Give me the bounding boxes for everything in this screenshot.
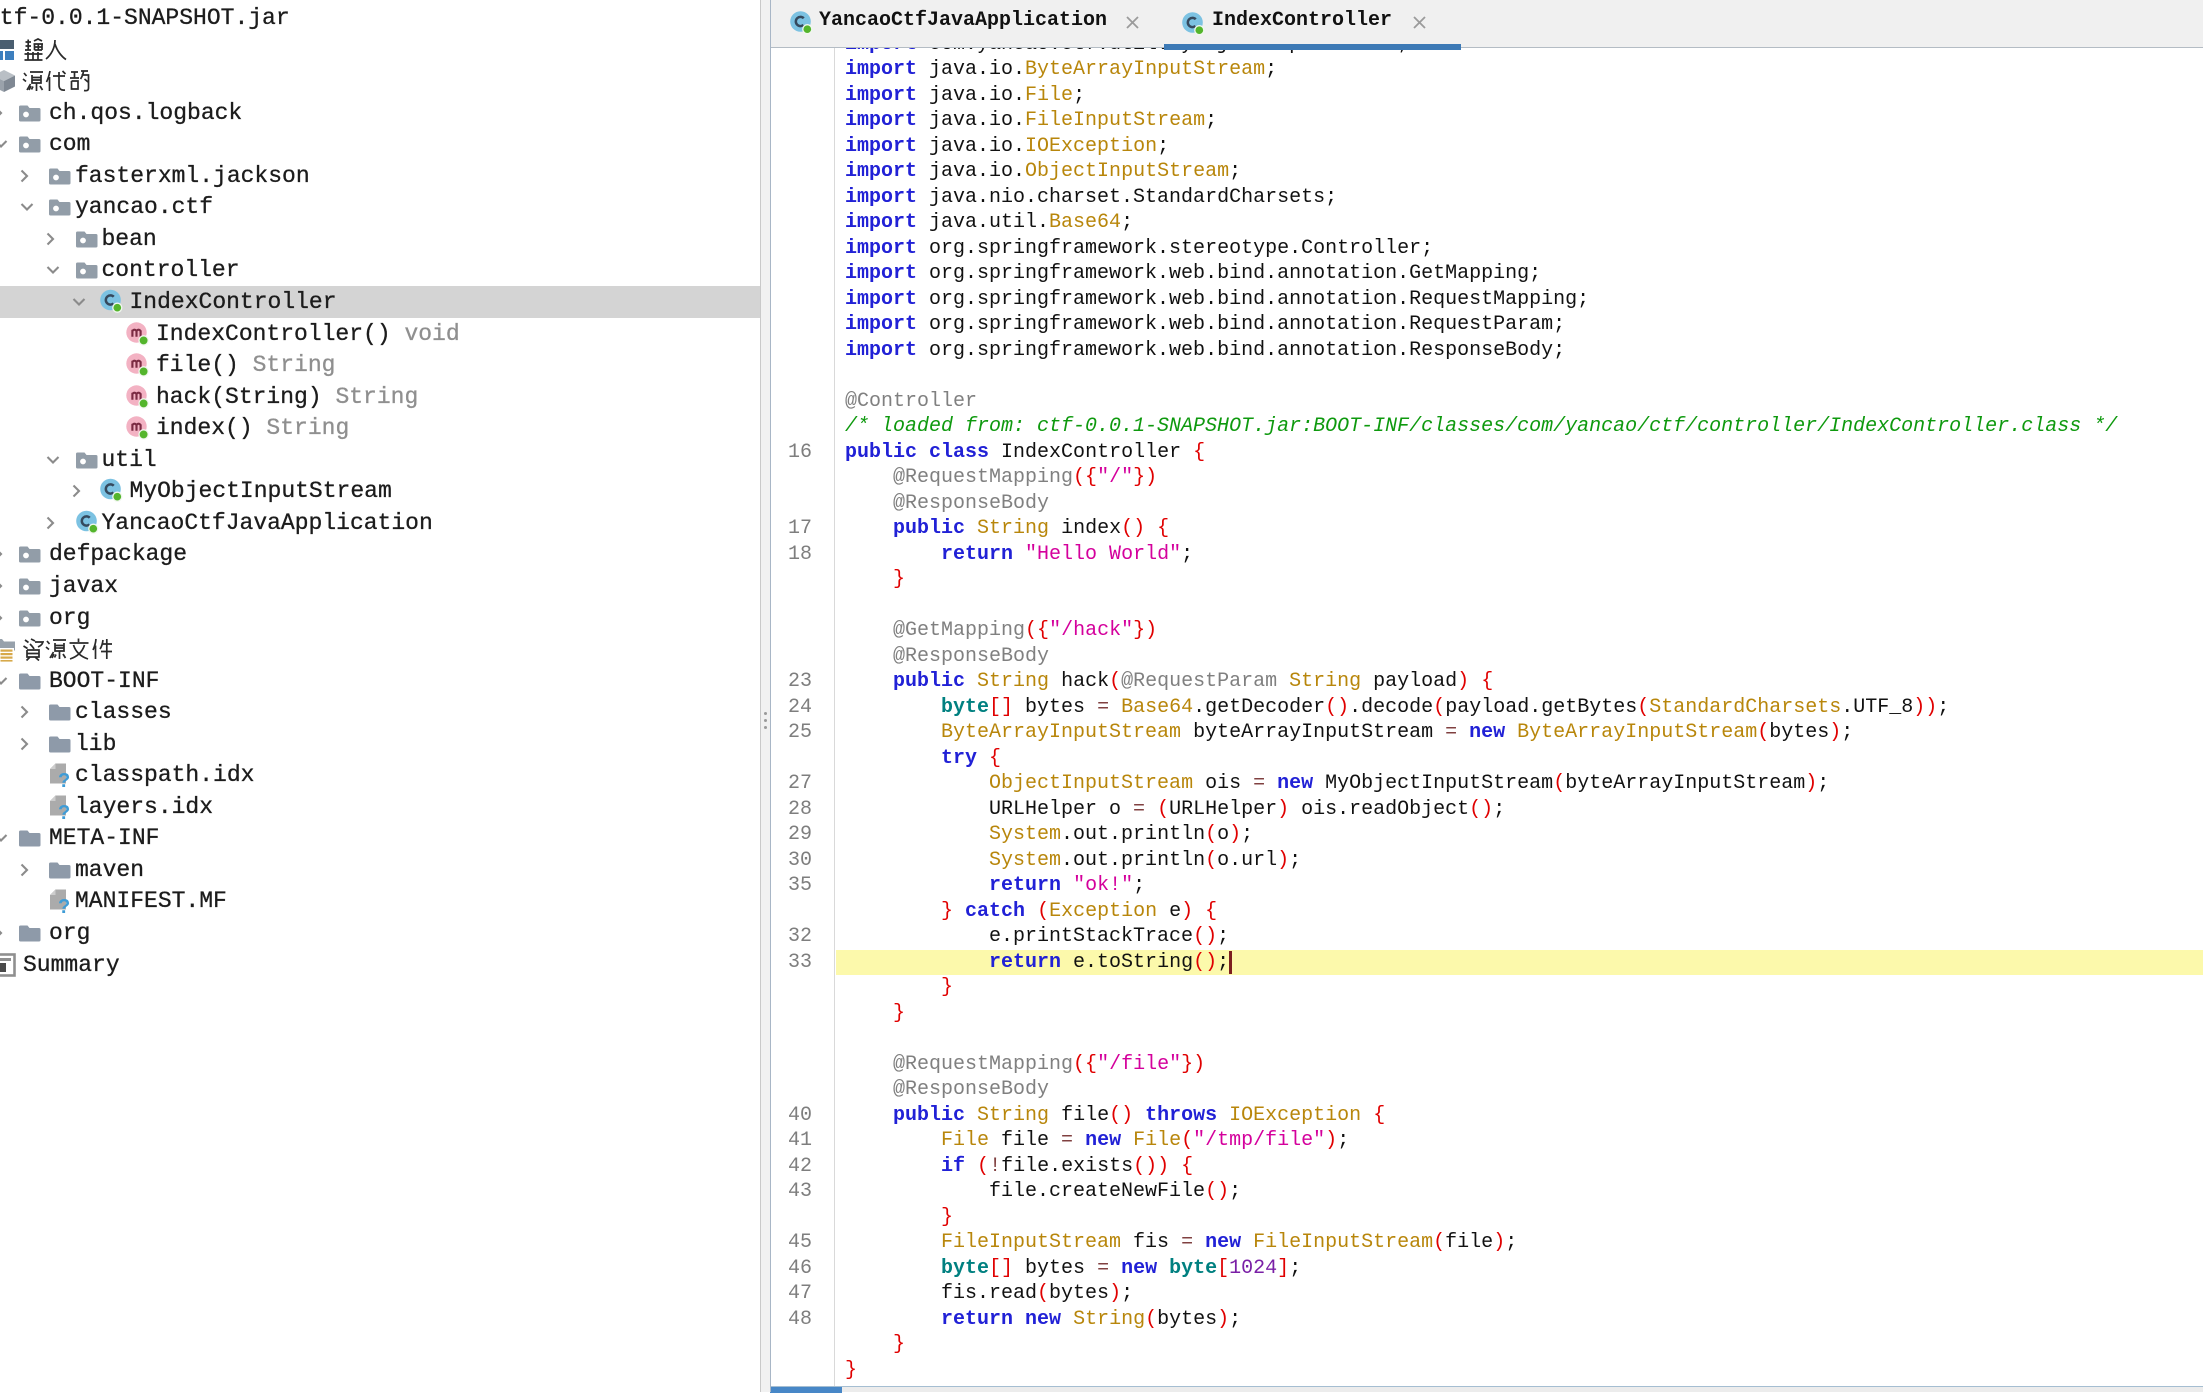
svg-text:?: ? <box>58 770 70 789</box>
svg-text:?: ? <box>58 802 70 821</box>
svg-text:?: ? <box>58 896 70 915</box>
